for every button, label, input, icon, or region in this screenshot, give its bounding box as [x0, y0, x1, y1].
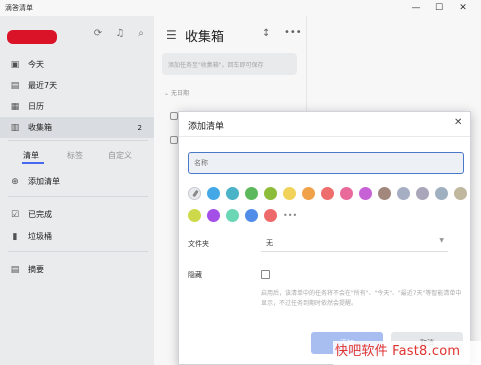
color-swatch[interactable]	[188, 209, 201, 222]
color-swatch[interactable]	[226, 187, 239, 200]
watermark-logo: 快吧软件 Fast8.com	[333, 341, 481, 365]
color-swatch[interactable]	[226, 209, 239, 222]
color-swatch[interactable]	[397, 187, 410, 200]
color-swatch[interactable]	[264, 209, 277, 222]
color-swatch[interactable]	[416, 187, 429, 200]
color-swatch[interactable]	[359, 187, 372, 200]
color-swatch[interactable]	[245, 209, 258, 222]
color-swatch[interactable]	[378, 187, 391, 200]
color-swatch[interactable]	[245, 187, 258, 200]
folder-value: 无	[266, 239, 273, 247]
list-name-input[interactable]	[188, 152, 464, 174]
color-swatch[interactable]	[283, 187, 296, 200]
dialog-title: 添加清单	[188, 122, 225, 132]
more-colors-icon[interactable]: •••	[283, 211, 297, 220]
add-list-dialog: 添加清单 ✕ ••• 文件夹 无 ▼ 隐藏 启用后，该清单中的任务将不会在"所有…	[178, 111, 471, 365]
color-swatch-none[interactable]	[188, 187, 201, 200]
folder-select[interactable]: 无 ▼	[261, 232, 448, 252]
hidden-checkbox[interactable]	[261, 270, 270, 279]
color-swatch[interactable]	[264, 187, 277, 200]
hidden-label: 隐藏	[188, 271, 202, 279]
close-icon[interactable]: ✕	[454, 117, 462, 128]
color-swatch[interactable]	[207, 187, 220, 200]
color-swatch[interactable]	[207, 209, 220, 222]
color-swatch[interactable]	[454, 187, 467, 200]
color-swatch[interactable]	[321, 187, 334, 200]
color-swatch[interactable]	[435, 187, 448, 200]
divider	[179, 136, 470, 137]
color-swatch[interactable]	[340, 187, 353, 200]
color-swatch[interactable]	[302, 187, 315, 200]
hidden-description: 启用后，该清单中的任务将不会在"所有"、"今天"、"最近7天"等智能清单中显示，…	[261, 290, 462, 307]
folder-label: 文件夹	[188, 240, 209, 248]
chevron-down-icon: ▼	[439, 237, 444, 244]
